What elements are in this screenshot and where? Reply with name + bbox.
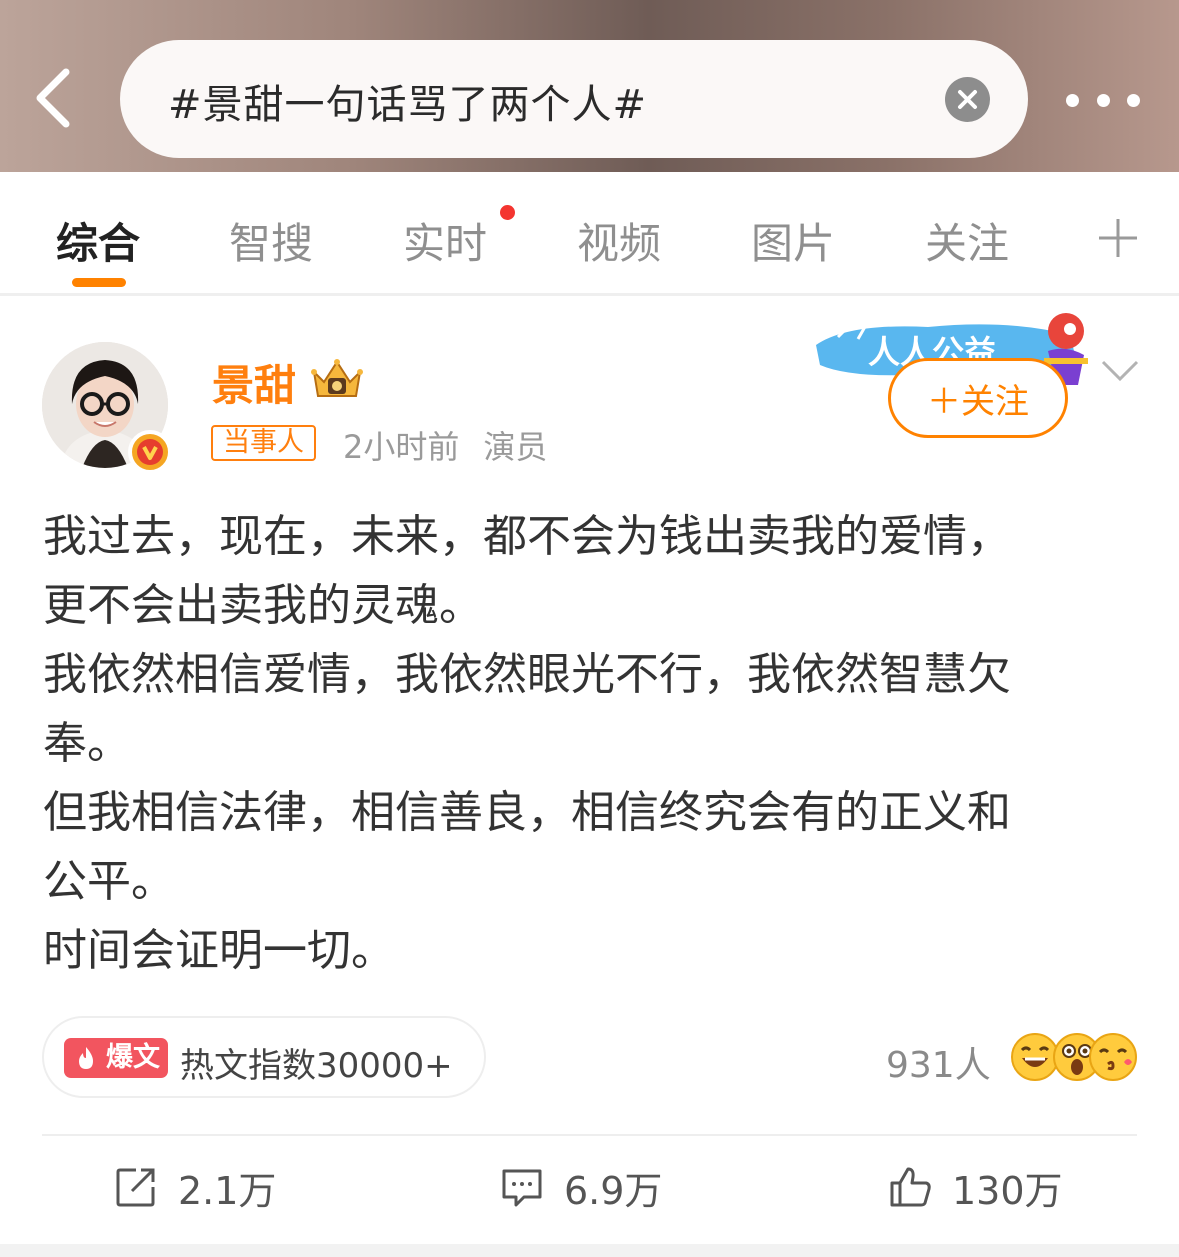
post-line: 我依然相信爱情，我依然眼光不行，我依然智慧欠	[43, 649, 1011, 700]
crown-badge-icon	[311, 359, 363, 397]
user-identity: 演员	[483, 428, 548, 466]
comment-icon	[502, 1169, 542, 1207]
comment-button[interactable]: 6.9万	[500, 1162, 663, 1213]
tab-realtime[interactable]: 实时	[403, 210, 487, 271]
kissing-emoji-icon[interactable]	[1088, 1032, 1138, 1082]
search-query-text: #景甜一句话骂了两个人#	[168, 82, 648, 128]
more-options-button[interactable]	[1066, 88, 1140, 112]
more-dots-icon	[1096, 93, 1110, 107]
repost-button[interactable]: 2.1万	[114, 1162, 277, 1213]
clear-search-button[interactable]	[945, 77, 990, 122]
like-button[interactable]: 130万	[888, 1162, 1063, 1213]
search-input[interactable]: #景甜一句话骂了两个人#	[120, 40, 1028, 158]
thumbs-up-icon	[890, 1167, 931, 1207]
tab-video[interactable]: 视频	[577, 210, 661, 271]
hot-tag: 爆文	[64, 1038, 168, 1078]
search-tabs: 综合 智搜 实时 视频 图片 关注	[0, 172, 1179, 296]
reactions-count[interactable]: 931人	[886, 1036, 991, 1088]
action-divider	[42, 1134, 1137, 1136]
more-dots-icon	[1066, 93, 1079, 107]
add-tab-button[interactable]	[1097, 217, 1139, 259]
post-line: 奉。	[43, 718, 131, 769]
close-icon	[958, 90, 977, 109]
hot-tag-label: 爆文	[106, 1042, 160, 1073]
post-line: 时间会证明一切。	[43, 925, 395, 976]
post-time: 2小时前	[343, 428, 460, 466]
tab-smart-search[interactable]: 智搜	[229, 210, 313, 271]
tab-following[interactable]: 关注	[925, 210, 1009, 271]
post-content: 我过去，现在，未来，都不会为钱出卖我的爱情， 更不会出卖我的灵魂。 我依然相信爱…	[43, 502, 1143, 985]
hot-index-text: 热文指数30000+	[180, 1046, 453, 1086]
comment-count: 6.9万	[564, 1168, 663, 1213]
bottom-separator	[0, 1244, 1179, 1257]
back-button[interactable]	[28, 62, 88, 134]
more-dots-icon	[1127, 93, 1140, 107]
search-header: #景甜一句话骂了两个人#	[0, 0, 1179, 172]
flame-icon	[79, 1047, 93, 1069]
post-line: 但我相信法律，相信善良，相信终究会有的正义和	[43, 787, 1011, 838]
post-meta: 2小时前 演员	[343, 422, 547, 468]
role-tag: 当事人	[211, 425, 316, 461]
tab-comprehensive[interactable]: 综合	[56, 210, 140, 271]
post-line: 公平。	[43, 856, 175, 907]
post-line: 更不会出卖我的灵魂。	[43, 580, 483, 631]
chevron-down-icon[interactable]	[1100, 358, 1140, 384]
post-line: 我过去，现在，未来，都不会为钱出卖我的爱情，	[43, 511, 1011, 562]
follow-button[interactable]: ＋关注	[888, 358, 1068, 438]
active-tab-indicator	[72, 278, 126, 287]
repost-icon	[116, 1168, 155, 1207]
hot-index-pill[interactable]: 爆文 热文指数30000+	[42, 1016, 486, 1098]
chevron-left-icon	[36, 68, 70, 128]
realtime-notification-dot	[500, 205, 515, 220]
verified-v-icon	[137, 439, 163, 465]
repost-count: 2.1万	[178, 1168, 277, 1213]
like-count: 130万	[952, 1168, 1063, 1213]
username[interactable]: 景甜	[212, 352, 296, 413]
verified-badge	[128, 430, 172, 474]
plus-icon	[1099, 219, 1137, 257]
tab-images[interactable]: 图片	[751, 210, 835, 271]
